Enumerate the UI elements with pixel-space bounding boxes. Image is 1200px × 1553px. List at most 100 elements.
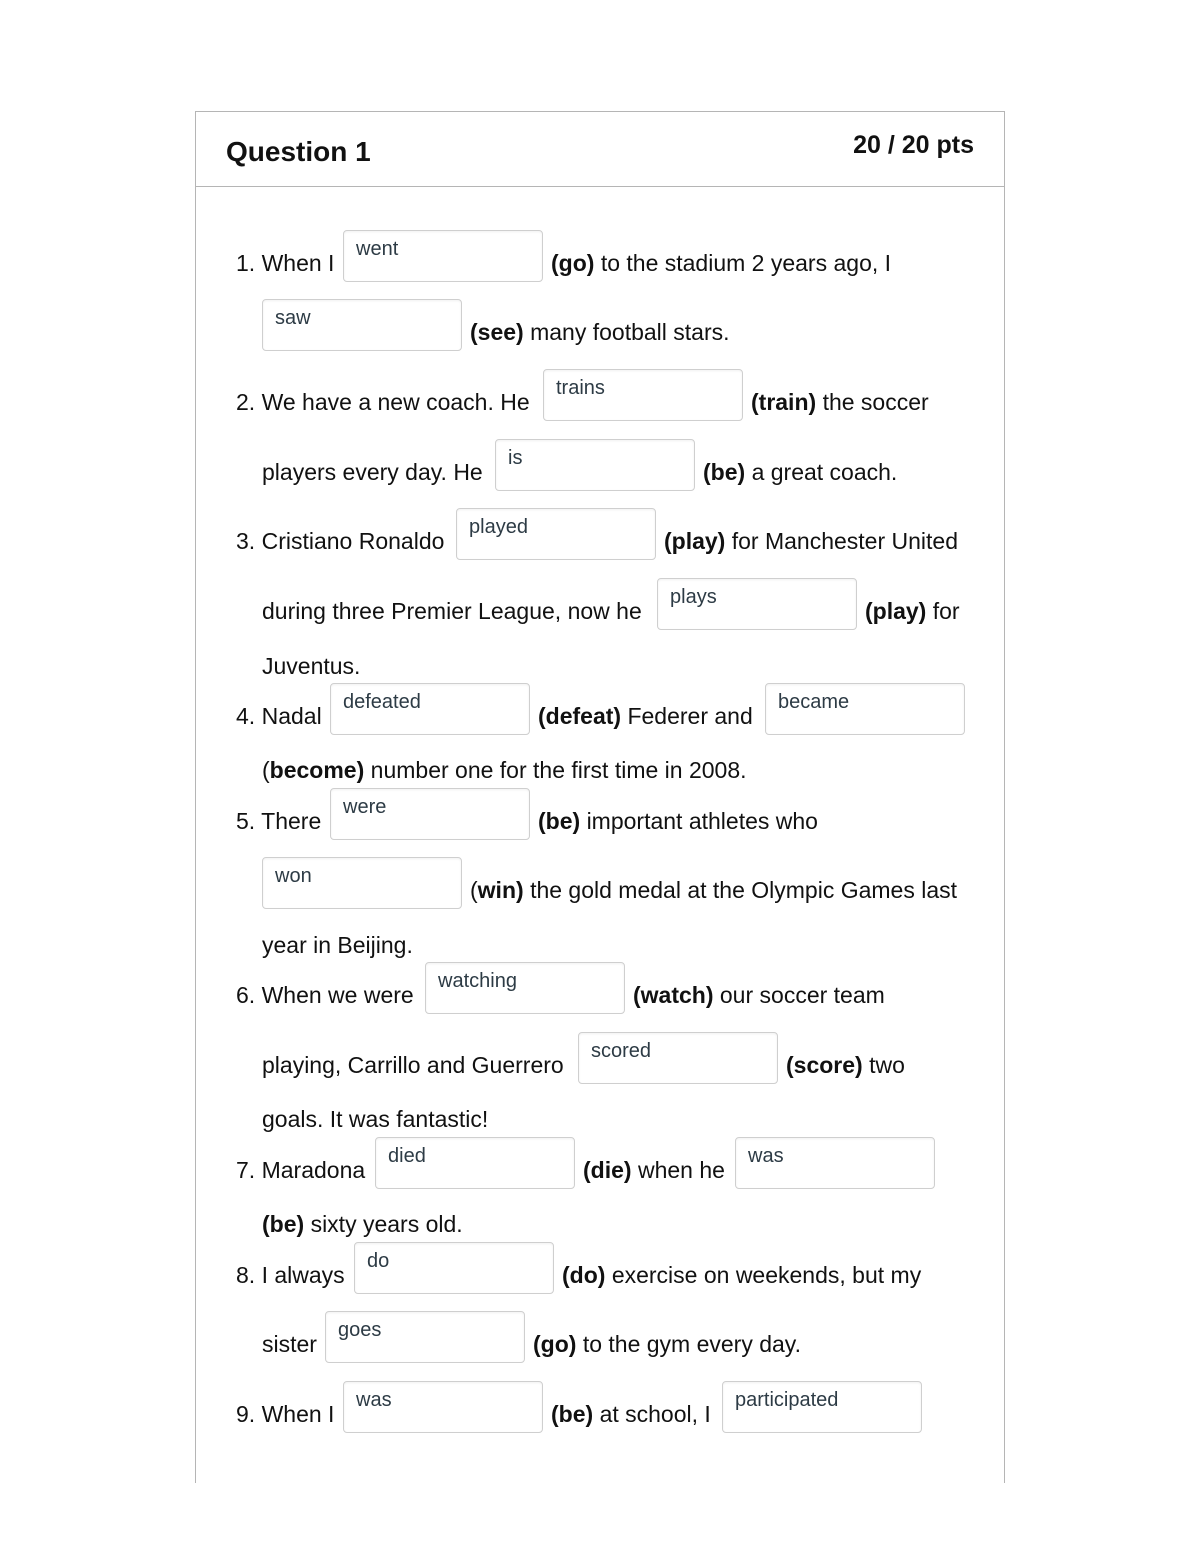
answer-input[interactable] <box>496 440 694 490</box>
answer-input[interactable] <box>658 579 856 629</box>
paren: ( <box>262 757 270 783</box>
question-title: Question 1 <box>226 136 371 167</box>
item-1-line-1b: (go) to the stadium 2 years ago, I <box>551 250 891 277</box>
verb-hint: (die) <box>583 1157 632 1183</box>
item-4-line-2: (become) number one for the first time i… <box>262 757 747 784</box>
item-5-line-1: 5. There <box>236 808 321 835</box>
item-5-line-2: (win) the gold medal at the Olympic Game… <box>470 877 957 904</box>
answer-input[interactable] <box>723 1382 921 1432</box>
answer-blank[interactable] <box>375 1137 575 1189</box>
item-3-line-2: during three Premier League, now he <box>262 598 642 625</box>
item-text: to the stadium 2 years ago, I <box>600 250 892 276</box>
answer-input[interactable] <box>331 789 529 839</box>
answer-blank[interactable] <box>425 962 625 1014</box>
answer-blank[interactable] <box>657 578 857 630</box>
item-text: number one for the first time in 2008. <box>370 757 747 783</box>
item-text: Nadal <box>261 703 322 729</box>
answer-input[interactable] <box>376 1138 574 1188</box>
item-text: at school, I <box>599 1401 711 1427</box>
answer-blank[interactable] <box>456 508 656 560</box>
answer-input[interactable] <box>344 231 542 281</box>
answer-input[interactable] <box>355 1243 553 1293</box>
answer-input[interactable] <box>263 300 461 350</box>
item-text: for Manchester United <box>731 528 959 554</box>
verb-hint: (play) <box>865 598 927 624</box>
answer-blank[interactable] <box>578 1032 778 1084</box>
verb-hint: (be) <box>538 808 581 834</box>
answer-input[interactable] <box>736 1138 934 1188</box>
item-number: 5. <box>236 808 256 834</box>
item-8-line-1b: (do) exercise on weekends, but my <box>562 1262 921 1289</box>
item-6-line-2b: (score) two <box>786 1052 905 1079</box>
item-2-line-2: players every day. He <box>262 459 483 486</box>
item-text: We have a new coach. He <box>261 389 530 415</box>
verb-hint: become) <box>269 757 365 783</box>
verb-hint: (be) <box>551 1401 594 1427</box>
answer-blank[interactable] <box>343 1381 543 1433</box>
verb-hint: (watch) <box>633 982 714 1008</box>
item-text: goals. It was fantastic! <box>262 1106 489 1132</box>
answer-input[interactable] <box>426 963 624 1013</box>
item-8-line-2: sister <box>262 1331 317 1358</box>
item-text: When we were <box>261 982 414 1008</box>
item-7-line-2: (be) sixty years old. <box>262 1211 463 1238</box>
item-text: when he <box>637 1157 725 1183</box>
answer-blank[interactable] <box>543 369 743 421</box>
item-3-line-1: 3. Cristiano Ronaldo <box>236 528 444 555</box>
item-text: our soccer team <box>719 982 885 1008</box>
item-text: There <box>261 808 322 834</box>
verb-hint: (train) <box>751 389 817 415</box>
item-text: the soccer <box>822 389 929 415</box>
answer-blank[interactable] <box>765 683 965 735</box>
answer-blank[interactable] <box>262 299 462 351</box>
answer-blank[interactable] <box>325 1311 525 1363</box>
item-text: many football stars. <box>530 319 730 345</box>
item-text: When I <box>261 1401 335 1427</box>
item-text: two <box>869 1052 905 1078</box>
answer-input[interactable] <box>263 858 461 908</box>
item-number: 4. <box>236 703 256 729</box>
item-text: playing, Carrillo and Guerrero <box>262 1052 564 1078</box>
verb-hint: win) <box>477 877 524 903</box>
answer-blank[interactable] <box>735 1137 935 1189</box>
answer-input[interactable] <box>344 1382 542 1432</box>
question-points: 20 / 20 pts <box>853 131 974 159</box>
item-1-line-1: 1. When I <box>236 250 334 277</box>
answer-input[interactable] <box>331 684 529 734</box>
answer-input[interactable] <box>326 1312 524 1362</box>
item-text: When I <box>261 250 335 276</box>
answer-blank[interactable] <box>262 857 462 909</box>
item-6-line-1: 6. When we were <box>236 982 414 1009</box>
verb-hint: (defeat) <box>538 703 622 729</box>
item-text: important athletes who <box>586 808 818 834</box>
item-text: players every day. He <box>262 459 483 485</box>
item-3-line-1b: (play) for Manchester United <box>664 528 958 555</box>
item-2-line-1: 2. We have a new coach. He <box>236 389 530 416</box>
item-5-line-3: year in Beijing. <box>262 932 413 959</box>
answer-blank[interactable] <box>354 1242 554 1294</box>
item-6-line-2: playing, Carrillo and Guerrero <box>262 1052 564 1079</box>
item-3-line-2b: (play) for <box>865 598 960 625</box>
answer-blank[interactable] <box>330 788 530 840</box>
item-number: 3. <box>236 528 256 554</box>
answer-blank[interactable] <box>722 1381 922 1433</box>
answer-blank[interactable] <box>330 683 530 735</box>
item-9-line-1b: (be) at school, I <box>551 1401 711 1428</box>
verb-hint: (see) <box>470 319 524 345</box>
item-text: I always <box>261 1262 345 1288</box>
item-4-line-1b: (defeat) Federer and <box>538 703 753 730</box>
item-text: to the gym every day. <box>582 1331 801 1357</box>
item-text: Maradona <box>261 1157 366 1183</box>
answer-input[interactable] <box>544 370 742 420</box>
answer-blank[interactable] <box>495 439 695 491</box>
answer-input[interactable] <box>457 509 655 559</box>
answer-input[interactable] <box>579 1033 777 1083</box>
verb-hint: (go) <box>551 250 595 276</box>
item-text: Federer and <box>627 703 753 729</box>
verb-hint: (be) <box>703 459 746 485</box>
item-1-line-2: (see) many football stars. <box>470 319 730 346</box>
answer-blank[interactable] <box>343 230 543 282</box>
item-text: the gold medal at the Olympic Games last <box>530 877 958 903</box>
item-9-line-1: 9. When I <box>236 1401 334 1428</box>
answer-input[interactable] <box>766 684 964 734</box>
